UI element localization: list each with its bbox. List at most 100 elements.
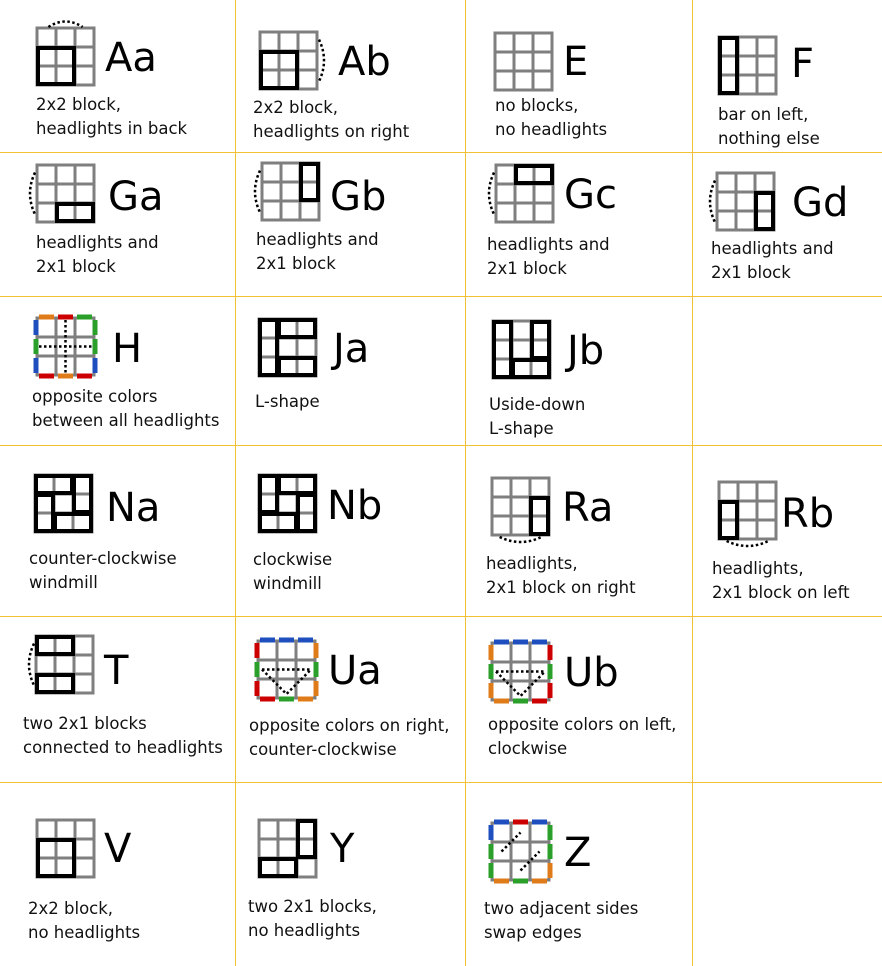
cube-tile	[295, 856, 318, 879]
headlights-marker	[499, 535, 542, 544]
description-line: counter-clockwise	[29, 549, 177, 568]
cube-tile	[531, 31, 554, 54]
cube-tile	[35, 354, 58, 377]
case-code: Gd	[792, 180, 849, 226]
cube-tile	[494, 182, 517, 205]
description-line: opposite colors on left,	[488, 715, 677, 734]
cube-tile	[294, 639, 317, 662]
cube-tile	[54, 26, 77, 49]
cube-tile	[296, 68, 319, 91]
description-line: 2x1 block on left	[712, 583, 850, 602]
case-description: 2x2 block, headlights in back	[36, 93, 187, 141]
cube-tile	[755, 518, 778, 541]
cube-tile	[493, 69, 516, 92]
cube-tile	[532, 182, 555, 205]
case-description: two adjacent sides swap edges	[484, 897, 638, 945]
cube-tile	[275, 639, 298, 662]
cube-tile	[257, 837, 280, 860]
description-line: 2x2 block,	[253, 98, 339, 117]
description-line: connected to headlights	[23, 738, 223, 757]
description-line: two 2x1 blocks	[23, 714, 147, 733]
cube-tile	[528, 859, 551, 882]
description-line: no headlights	[28, 923, 141, 942]
cube-tile	[53, 653, 76, 676]
cube-tile	[494, 201, 517, 224]
headlights-marker	[261, 668, 312, 696]
case-code: Nb	[327, 483, 383, 529]
cube-tile	[72, 634, 95, 657]
case-cell-z: Z two adjacent sides swap edges	[466, 783, 692, 966]
cube-tile	[736, 480, 759, 503]
cube-tile	[528, 641, 551, 664]
cube-tile	[73, 64, 96, 87]
case-description: headlights and 2x1 block	[256, 228, 379, 276]
case-description: clockwise windmill	[253, 548, 332, 596]
cube-tile	[528, 821, 551, 844]
case-cell-ga: Ga headlights and 2x1 block	[0, 153, 235, 296]
cube-tile	[279, 180, 302, 203]
aa-icon	[35, 20, 96, 87]
description-line: 2x1 block	[36, 257, 116, 276]
f-icon	[717, 35, 778, 96]
cube-tile	[753, 171, 776, 194]
description-line: 2x1 block on right	[486, 578, 636, 597]
case-code: Gc	[564, 172, 617, 218]
description-line: swap edges	[484, 923, 582, 942]
description-line: 2x2 block,	[36, 95, 122, 114]
nb-icon	[257, 473, 318, 534]
case-code: H	[112, 326, 143, 372]
description-line: no headlights	[248, 921, 361, 940]
description-line: headlights on right	[253, 122, 410, 141]
case-code: Aa	[105, 35, 157, 81]
description-line: headlights,	[486, 554, 578, 573]
case-description: opposite colors on right, counter-clockwi…	[249, 714, 449, 762]
cube-tile	[755, 35, 778, 58]
description-line: opposite colors on right,	[249, 716, 450, 735]
description-line: two adjacent sides	[484, 899, 639, 918]
jb-icon	[491, 319, 552, 380]
headlights-marker	[708, 180, 717, 223]
description-line: L-shape	[489, 419, 554, 438]
case-code: Na	[106, 485, 161, 531]
case-description: headlights, 2x1 block on left	[712, 557, 850, 605]
case-code: V	[104, 826, 132, 872]
cube-tile	[493, 31, 516, 54]
z-icon	[488, 819, 553, 884]
case-cell-nb: Nb clockwise windmill	[236, 446, 465, 616]
case-description: two 2x1 blocks, no headlights	[248, 895, 377, 943]
cube-tile	[73, 26, 96, 49]
case-code: F	[791, 41, 815, 87]
case-cell-v: V 2x2 block, no headlights	[0, 783, 235, 966]
cube-tile	[734, 190, 757, 213]
description-line: windmill	[253, 574, 322, 593]
cube-tile	[755, 499, 778, 522]
headlights-marker	[253, 170, 262, 213]
headlights-marker	[47, 20, 84, 29]
h-icon	[33, 314, 98, 379]
cube-tile	[260, 180, 283, 203]
description-line: clockwise	[488, 739, 568, 758]
case-cell-aa: Aa 2x2 block, headlights in back	[0, 0, 235, 152]
case-code: Ab	[338, 39, 391, 85]
case-cell-ra: Ra headlights, 2x1 block on right	[466, 446, 692, 616]
cube-tile	[513, 201, 536, 224]
headlights-marker	[28, 172, 37, 215]
cube-tile	[513, 182, 536, 205]
cube-tile	[276, 492, 299, 515]
cube-tile	[35, 818, 58, 841]
case-description: opposite colors on left, clockwise	[488, 713, 676, 761]
cube-tile	[734, 209, 757, 232]
case-description: L-shape	[255, 390, 320, 414]
cube-tile	[296, 30, 319, 53]
cube-tile	[736, 499, 759, 522]
cube-tile	[54, 182, 77, 205]
case-cell-e: E no blocks, no headlights	[466, 0, 692, 152]
cube-tile	[509, 476, 532, 499]
cube-tile	[72, 672, 95, 695]
case-code: T	[104, 648, 129, 694]
description-line: L-shape	[255, 392, 320, 411]
cube-tile	[257, 818, 280, 841]
cube-tile	[755, 54, 778, 77]
cube-tile	[490, 495, 513, 518]
ua-icon	[254, 637, 319, 702]
